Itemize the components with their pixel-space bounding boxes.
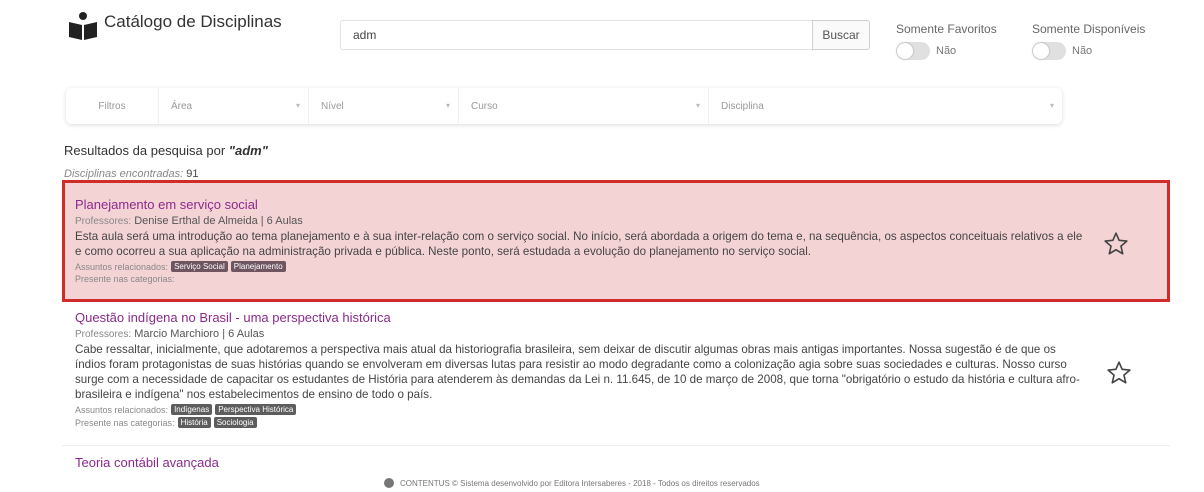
- available-label: Somente Disponíveis: [1032, 22, 1146, 36]
- favorites-filter: Somente Favoritos Não: [896, 22, 997, 60]
- book-reader-icon: [69, 12, 97, 40]
- professors-label: Professores:: [75, 329, 132, 340]
- results-count: Disciplinas encontradas: 91: [64, 168, 199, 180]
- footer-text: CONTENTUS © Sistema desenvolvido por Edi…: [400, 478, 760, 488]
- chevron-down-icon: ▾: [1049, 101, 1054, 110]
- available-toggle[interactable]: [1032, 42, 1066, 60]
- categories: Presente nas categorias: História Sociol…: [75, 417, 1162, 428]
- course-professor: Professores: Denise Erthal de Almeida | …: [75, 215, 1159, 227]
- level-select[interactable]: Nível ▾: [308, 88, 458, 124]
- categories-label: Presente nas categorias:: [75, 417, 175, 428]
- favorites-toggle[interactable]: [896, 42, 930, 60]
- course-title[interactable]: Questão indígena no Brasil - uma perspec…: [75, 310, 1162, 325]
- search-input[interactable]: [340, 20, 812, 50]
- subject-tag[interactable]: Indígenas: [171, 404, 213, 415]
- course-card[interactable]: Questão indígena no Brasil - uma perspec…: [62, 310, 1170, 446]
- subject-select[interactable]: Disciplina ▾: [708, 88, 1062, 124]
- course-description: Esta aula será uma introdução ao tema pl…: [75, 230, 1083, 258]
- chevron-down-icon: ▾: [695, 101, 700, 110]
- level-select-label: Nível: [321, 100, 344, 112]
- footer: CONTENTUS © Sistema desenvolvido por Edi…: [384, 478, 760, 488]
- categories: Presente nas categorias:: [75, 274, 1159, 284]
- subject-tag[interactable]: Serviço Social: [171, 261, 228, 272]
- professor-name: Denise Erthal de Almeida | 6 Aulas: [134, 215, 303, 227]
- filters-label: Filtros: [98, 100, 126, 112]
- filters-bar: Filtros Área ▾ Nível ▾ Curso ▾ Disciplin…: [66, 88, 1062, 124]
- area-select[interactable]: Área ▾: [158, 88, 308, 124]
- subjects-label: Assuntos relacionados:: [75, 404, 169, 415]
- course-description: Cabe ressaltar, inicialmente, que adotar…: [75, 343, 1080, 401]
- chevron-down-icon: ▾: [295, 101, 300, 110]
- professors-label: Professores:: [75, 216, 132, 227]
- results-prefix: Resultados da pesquisa por: [64, 143, 226, 158]
- subject-tag[interactable]: Planejamento: [230, 261, 286, 272]
- favorites-label: Somente Favoritos: [896, 22, 997, 36]
- course-title[interactable]: Teoria contábil avançada: [75, 455, 1162, 470]
- course-professor: Professores: Marcio Marchioro | 6 Aulas: [75, 328, 1162, 340]
- subject-select-label: Disciplina: [721, 100, 764, 112]
- search-button[interactable]: Buscar: [812, 20, 870, 50]
- area-select-label: Área: [171, 100, 193, 112]
- categories-label: Presente nas categorias:: [75, 274, 175, 284]
- toggle-knob: [1033, 43, 1049, 59]
- available-filter: Somente Disponíveis Não: [1032, 22, 1145, 60]
- subjects-label: Assuntos relacionados:: [75, 261, 169, 272]
- star-favorite-icon[interactable]: [1103, 231, 1129, 257]
- category-tag[interactable]: Sociologia: [213, 417, 257, 428]
- results-count-value: 91: [186, 168, 199, 180]
- professor-name: Marcio Marchioro | 6 Aulas: [134, 328, 265, 340]
- course-select-label: Curso: [471, 100, 498, 112]
- course-select[interactable]: Curso ▾: [458, 88, 708, 124]
- chevron-down-icon: ▾: [445, 101, 450, 110]
- results-count-label: Disciplinas encontradas:: [64, 168, 184, 180]
- header: Catálogo de Disciplinas Buscar Somente F…: [0, 0, 1204, 80]
- results-query: "adm": [228, 143, 268, 158]
- logo: Catálogo de Disciplinas: [68, 12, 282, 40]
- course-card[interactable]: Teoria contábil avançada: [62, 455, 1170, 470]
- related-subjects: Assuntos relacionados: Serviço Social Pl…: [75, 261, 1159, 272]
- related-subjects: Assuntos relacionados: Indígenas Perspec…: [75, 404, 1162, 415]
- toggle-knob: [897, 43, 913, 59]
- page-title: Catálogo de Disciplinas: [104, 12, 282, 31]
- contentus-logo-icon: [384, 478, 394, 488]
- subject-tag[interactable]: Perspectiva Histórica: [215, 404, 297, 415]
- search-bar: Buscar: [340, 20, 872, 50]
- course-card[interactable]: Planejamento em serviço social Professor…: [62, 180, 1170, 302]
- course-title[interactable]: Planejamento em serviço social: [75, 197, 1159, 212]
- category-tag[interactable]: História: [177, 417, 211, 428]
- results-heading: Resultados da pesquisa por "adm": [64, 143, 268, 158]
- star-favorite-icon[interactable]: [1106, 360, 1132, 386]
- available-value: Não: [1072, 45, 1093, 57]
- favorites-value: Não: [936, 45, 957, 57]
